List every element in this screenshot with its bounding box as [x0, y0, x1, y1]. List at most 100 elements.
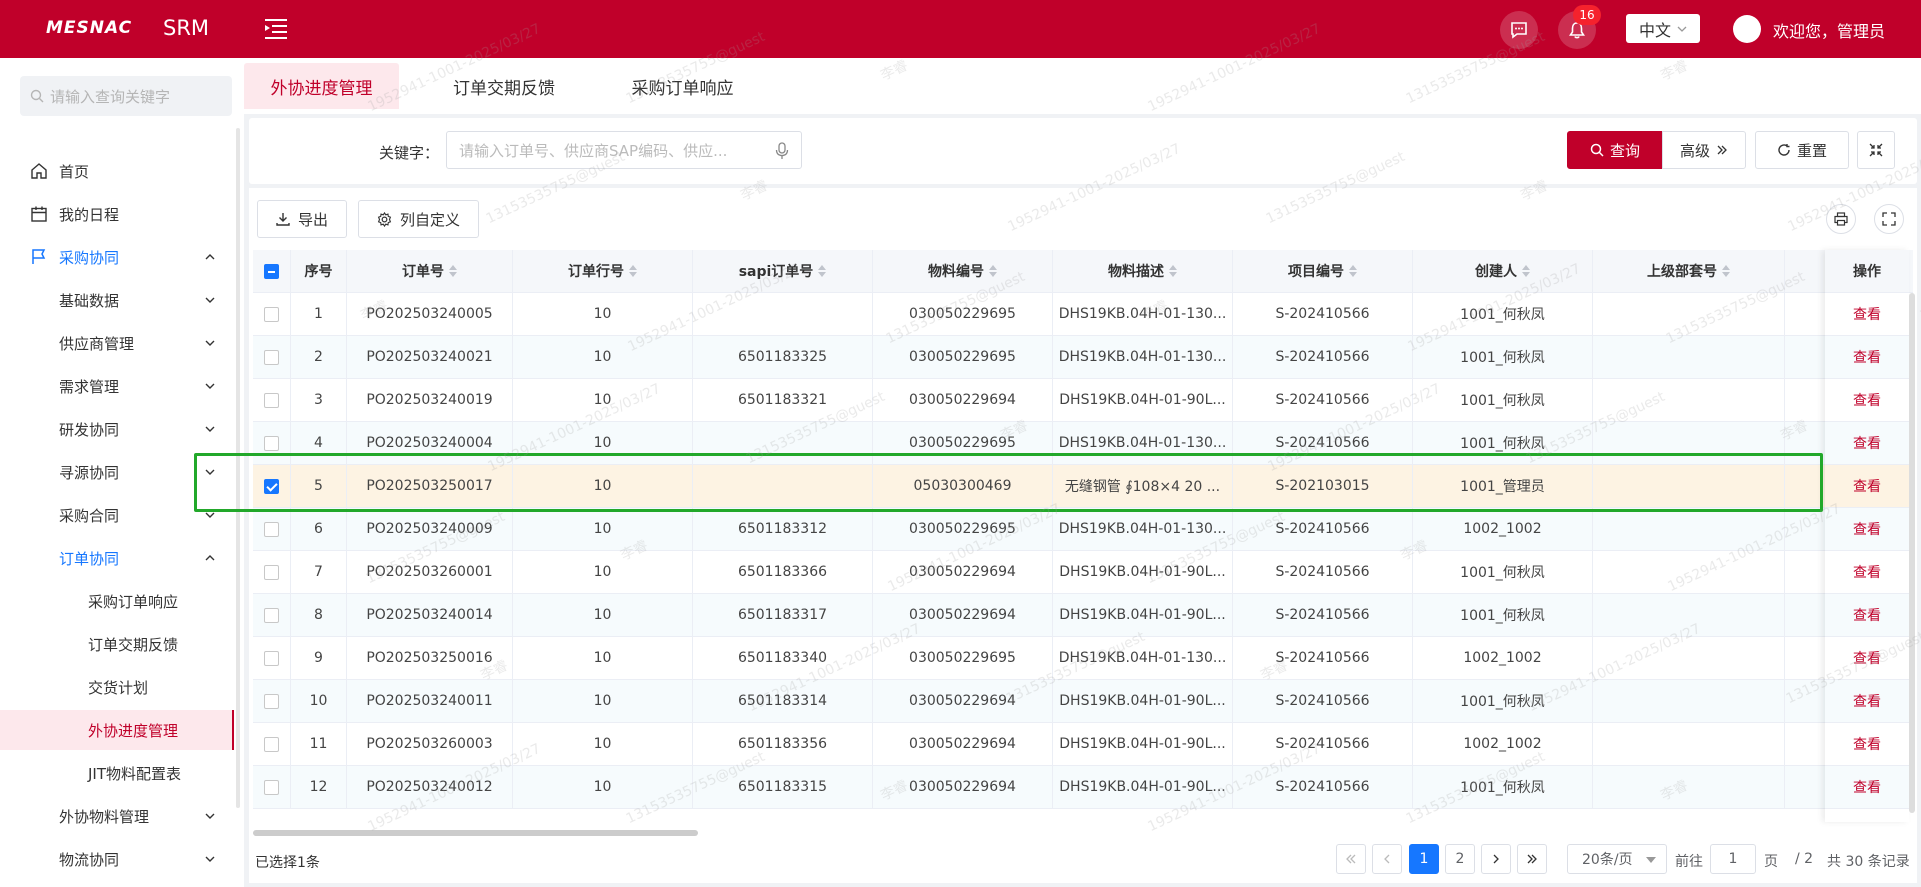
sidebar-item-schedule[interactable]: 我的日程 — [0, 194, 234, 234]
row-checkbox[interactable] — [264, 693, 279, 709]
row-checkbox[interactable] — [264, 607, 279, 623]
view-link[interactable]: 查看 — [1853, 648, 1881, 668]
collapse-panel-button[interactable] — [1857, 131, 1895, 169]
table-vertical-scrollbar[interactable] — [1909, 293, 1915, 813]
row-select-cell[interactable] — [253, 508, 291, 550]
row-checkbox[interactable] — [264, 306, 279, 322]
advanced-button[interactable]: 高级 — [1662, 131, 1746, 169]
print-button[interactable] — [1826, 204, 1856, 234]
table-row[interactable]: 2 PO202503240021 10 6501183325 030050229695 D… — [253, 336, 1913, 379]
table-row[interactable]: 6 PO202503240009 10 6501183312 030050229695 D… — [253, 508, 1913, 551]
row-select-cell[interactable] — [253, 551, 291, 593]
select-all-cell[interactable] — [253, 250, 291, 292]
page-button-1[interactable]: 1 — [1409, 844, 1439, 874]
language-select[interactable]: 中文 — [1626, 14, 1700, 43]
menu-toggle-icon[interactable] — [262, 14, 290, 42]
row-checkbox[interactable] — [264, 779, 279, 795]
goto-page-input[interactable]: 1 — [1710, 844, 1756, 874]
row-checkbox[interactable] — [264, 564, 279, 580]
row-select-cell[interactable] — [253, 293, 291, 335]
sidebar-item-supplier-management[interactable]: 供应商管理 — [0, 323, 234, 363]
sidebar-item-outsourcing-progress[interactable]: 外协进度管理 — [0, 710, 234, 750]
table-row[interactable]: 9 PO202503250016 10 6501183340 030050229695 D… — [253, 637, 1913, 680]
column-header-project[interactable]: 项目编号 — [1233, 250, 1413, 292]
page-size-select[interactable]: 20条/页 — [1567, 844, 1667, 874]
last-page-button[interactable] — [1517, 844, 1547, 874]
query-button[interactable]: 查询 — [1567, 131, 1663, 169]
column-header-order[interactable]: 订单号 — [347, 250, 513, 292]
sidebar-search-input[interactable]: 请输入查询关键字 — [20, 76, 232, 116]
sidebar-item-outsourced-material[interactable]: 外协物料管理 — [0, 796, 234, 836]
first-page-button[interactable] — [1336, 844, 1366, 874]
sort-icon[interactable] — [1169, 265, 1177, 277]
row-checkbox[interactable] — [264, 650, 279, 666]
column-header-material[interactable]: 物料编号 — [873, 250, 1053, 292]
row-select-cell[interactable] — [253, 723, 291, 765]
avatar[interactable] — [1733, 15, 1761, 43]
row-select-cell[interactable] — [253, 336, 291, 378]
sidebar-item-jit-config[interactable]: JIT物料配置表 — [0, 753, 234, 793]
table-row[interactable]: 3 PO202503240019 10 6501183321 030050229694 D… — [253, 379, 1913, 422]
table-row[interactable]: 8 PO202503240014 10 6501183317 030050229694 D… — [253, 594, 1913, 637]
row-checkbox[interactable] — [264, 349, 279, 365]
sidebar-item-order-collaboration[interactable]: 订单协同 — [0, 538, 234, 578]
reset-button[interactable]: 重置 — [1755, 131, 1849, 169]
sort-icon[interactable] — [1522, 265, 1530, 277]
sidebar-item-logistics[interactable]: 物流协同 — [0, 839, 234, 879]
row-select-cell[interactable] — [253, 637, 291, 679]
view-link[interactable]: 查看 — [1853, 777, 1881, 797]
row-checkbox[interactable] — [264, 392, 279, 408]
sort-icon[interactable] — [1349, 265, 1357, 277]
table-row[interactable]: 1 PO202503240005 10 030050229695 DHS19KB.04H… — [253, 293, 1913, 336]
fullscreen-button[interactable] — [1874, 204, 1904, 234]
view-link[interactable]: 查看 — [1853, 390, 1881, 410]
export-button[interactable]: 导出 — [257, 200, 348, 238]
column-header-sap[interactable]: sapi订单号 — [693, 250, 873, 292]
sort-icon[interactable] — [1722, 265, 1730, 277]
sort-icon[interactable] — [449, 265, 457, 277]
sort-icon[interactable] — [629, 265, 637, 277]
column-header-parent[interactable]: 上级部套号 — [1593, 250, 1785, 292]
table-row[interactable]: 7 PO202503260001 10 6501183366 030050229694 D… — [253, 551, 1913, 594]
sidebar-item-demand-management[interactable]: 需求管理 — [0, 366, 234, 406]
microphone-icon[interactable] — [775, 142, 789, 160]
row-checkbox[interactable] — [264, 435, 279, 451]
view-link[interactable]: 查看 — [1853, 433, 1881, 453]
view-link[interactable]: 查看 — [1853, 605, 1881, 625]
table-row[interactable]: 10 PO202503240011 10 6501183314 030050229694… — [253, 680, 1913, 723]
select-all-checkbox[interactable] — [264, 263, 279, 279]
sort-icon[interactable] — [989, 265, 997, 277]
view-link[interactable]: 查看 — [1853, 691, 1881, 711]
tab-po-response[interactable]: 采购订单响应 — [600, 63, 765, 109]
row-select-cell[interactable] — [253, 594, 291, 636]
table-horizontal-scrollbar[interactable] — [253, 830, 698, 836]
column-settings-button[interactable]: 列自定义 — [358, 200, 480, 238]
sidebar-item-delivery-plan[interactable]: 交货计划 — [0, 667, 234, 707]
column-header-line[interactable]: 订单行号 — [513, 250, 693, 292]
sidebar-item-home[interactable]: 首页 — [0, 151, 234, 191]
message-button[interactable] — [1500, 11, 1538, 49]
tab-delivery-feedback[interactable]: 订单交期反馈 — [424, 63, 584, 109]
sidebar-item-procurement[interactable]: 采购协同 — [0, 237, 234, 277]
view-link[interactable]: 查看 — [1853, 347, 1881, 367]
view-link[interactable]: 查看 — [1853, 519, 1881, 539]
column-header-desc[interactable]: 物料描述 — [1053, 250, 1233, 292]
welcome-text[interactable]: 欢迎您，管理员 — [1773, 18, 1885, 42]
view-link[interactable]: 查看 — [1853, 562, 1881, 582]
row-select-cell[interactable] — [253, 680, 291, 722]
prev-page-button[interactable] — [1372, 844, 1402, 874]
sort-icon[interactable] — [818, 265, 827, 277]
view-link[interactable]: 查看 — [1853, 304, 1881, 324]
view-link[interactable]: 查看 — [1853, 734, 1881, 754]
table-row[interactable]: 12 PO202503240012 10 6501183315 030050229694… — [253, 766, 1913, 809]
tab-outsourcing-progress[interactable]: 外协进度管理 — [244, 63, 399, 109]
sidebar-item-delivery-feedback[interactable]: 订单交期反馈 — [0, 624, 234, 664]
column-header-creator[interactable]: 创建人 — [1413, 250, 1593, 292]
page-button-2[interactable]: 2 — [1445, 844, 1475, 874]
keyword-input[interactable]: 请输入订单号、供应商SAP编码、供应... — [446, 131, 802, 169]
row-checkbox[interactable] — [264, 736, 279, 752]
table-row[interactable]: 11 PO202503260003 10 6501183356 030050229694… — [253, 723, 1913, 766]
next-page-button[interactable] — [1481, 844, 1511, 874]
sidebar-item-po-response[interactable]: 采购订单响应 — [0, 581, 234, 621]
sidebar-item-basic-data[interactable]: 基础数据 — [0, 280, 234, 320]
